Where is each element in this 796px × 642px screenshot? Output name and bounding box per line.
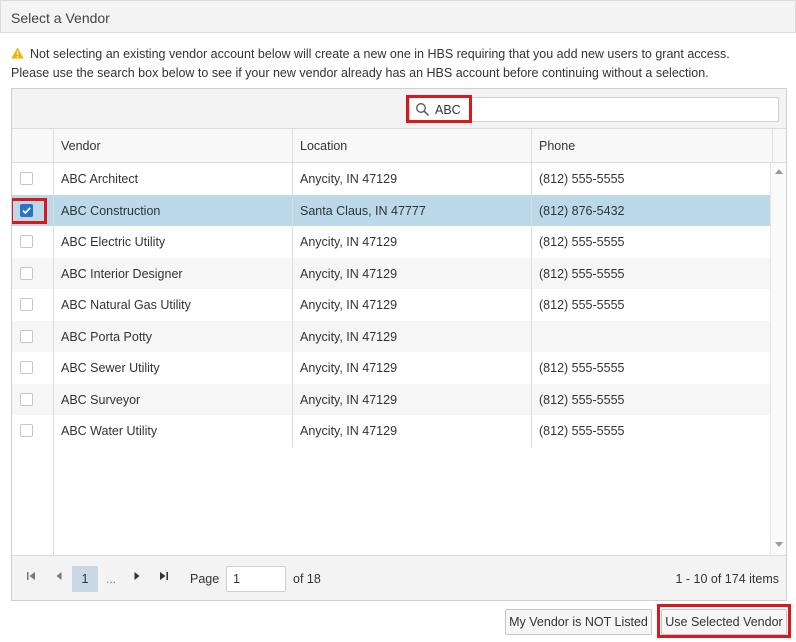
use-selected-vendor-button[interactable]: Use Selected Vendor	[661, 609, 787, 635]
dialog-title: Select a Vendor	[0, 0, 796, 33]
grid-rows: ABC Architect Anycity, IN 47129 (812) 55…	[12, 163, 770, 555]
table-row[interactable]: ABC Porta Potty Anycity, IN 47129	[12, 320, 770, 353]
phone-cell: (812) 555-5555	[531, 289, 770, 321]
vendor-cell: ABC Sewer Utility	[53, 352, 292, 384]
row-checkbox[interactable]	[20, 361, 33, 374]
location-cell: Anycity, IN 47129	[292, 383, 531, 415]
table-row[interactable]: ABC Electric Utility Anycity, IN 47129 (…	[12, 226, 770, 258]
row-checkbox[interactable]	[20, 424, 33, 437]
page-ellipsis[interactable]: ...	[106, 572, 116, 586]
phone-cell: (812) 555-5555	[531, 257, 770, 289]
row-select-cell[interactable]	[12, 415, 53, 447]
search-box[interactable]	[409, 97, 779, 122]
header-location[interactable]: Location	[292, 129, 531, 162]
phone-cell: (812) 555-5555	[531, 163, 770, 195]
table-row[interactable]: ABC Water Utility Anycity, IN 47129 (812…	[12, 415, 770, 447]
row-checkbox[interactable]	[20, 235, 33, 248]
page-count: of 18	[293, 572, 321, 586]
vendor-grid: Vendor Location Phone ABC Architect Anyc…	[11, 88, 787, 601]
next-page-icon[interactable]	[125, 568, 149, 590]
row-select-cell[interactable]	[12, 289, 53, 321]
page-number-current[interactable]: 1	[72, 566, 98, 592]
location-cell: Anycity, IN 47129	[292, 257, 531, 289]
search-icon	[415, 102, 430, 120]
location-cell: Santa Claus, IN 47777	[292, 194, 531, 226]
phone-cell: (812) 555-5555	[531, 383, 770, 415]
scroll-down-icon[interactable]	[775, 542, 783, 547]
row-checkbox[interactable]	[20, 392, 33, 406]
grid-header: Vendor Location Phone	[12, 129, 786, 163]
table-row[interactable]: ABC Interior Designer Anycity, IN 47129 …	[12, 257, 770, 290]
header-select	[12, 129, 53, 162]
location-cell: Anycity, IN 47129	[292, 320, 531, 352]
vendor-cell: ABC Construction	[53, 194, 292, 226]
vendor-cell: ABC Porta Potty	[53, 320, 292, 352]
search-input[interactable]	[435, 100, 765, 119]
notice-line-1: Not selecting an existing vendor account…	[11, 45, 791, 64]
vendor-cell: ABC Interior Designer	[53, 257, 292, 289]
row-checkbox-checked[interactable]	[20, 203, 33, 217]
table-row-selected[interactable]: ABC Construction Santa Claus, IN 47777 (…	[12, 194, 770, 227]
row-select-cell[interactable]	[12, 258, 53, 290]
warning-icon	[11, 46, 24, 64]
location-cell: Anycity, IN 47129	[292, 289, 531, 321]
table-row[interactable]: ABC Architect Anycity, IN 47129 (812) 55…	[12, 163, 770, 195]
row-checkbox[interactable]	[20, 298, 33, 311]
row-checkbox[interactable]	[20, 172, 33, 185]
location-cell: Anycity, IN 47129	[292, 226, 531, 258]
vertical-scrollbar[interactable]	[770, 163, 786, 555]
prev-page-icon[interactable]	[47, 568, 71, 590]
vendor-not-listed-button[interactable]: My Vendor is NOT Listed	[505, 609, 652, 635]
header-vendor[interactable]: Vendor	[53, 129, 292, 162]
page-input[interactable]	[226, 566, 286, 592]
location-cell: Anycity, IN 47129	[292, 352, 531, 384]
notice-text-2: Please use the search box below to see i…	[11, 66, 709, 80]
pager: 1 ... Page of 18 1 - 10 of 174 items	[12, 555, 786, 600]
notice: Not selecting an existing vendor account…	[11, 45, 791, 82]
row-select-cell[interactable]	[12, 163, 53, 195]
table-row[interactable]: ABC Natural Gas Utility Anycity, IN 4712…	[12, 289, 770, 321]
row-select-cell[interactable]	[12, 226, 53, 258]
empty-area	[53, 446, 770, 555]
phone-cell: (812) 555-5555	[531, 352, 770, 384]
row-select-cell[interactable]	[12, 352, 53, 384]
phone-cell: (812) 555-5555	[531, 415, 770, 447]
row-checkbox[interactable]	[20, 329, 33, 343]
vendor-cell: ABC Surveyor	[53, 383, 292, 415]
row-select-cell[interactable]	[12, 195, 53, 227]
table-row[interactable]: ABC Surveyor Anycity, IN 47129 (812) 555…	[12, 383, 770, 416]
page-label: Page	[190, 572, 220, 586]
first-page-icon[interactable]	[19, 568, 43, 590]
vendor-cell: ABC Architect	[53, 163, 292, 195]
scroll-up-icon[interactable]	[775, 169, 783, 174]
table-row[interactable]: ABC Sewer Utility Anycity, IN 47129 (812…	[12, 352, 770, 384]
row-checkbox[interactable]	[20, 266, 33, 280]
notice-text-1: Not selecting an existing vendor account…	[30, 47, 730, 61]
header-scroll-spacer	[772, 129, 786, 162]
vendor-cell: ABC Water Utility	[53, 415, 292, 447]
phone-cell	[531, 320, 770, 352]
items-summary: 1 - 10 of 174 items	[675, 572, 779, 586]
phone-cell: (812) 555-5555	[531, 226, 770, 258]
row-select-cell[interactable]	[12, 321, 53, 353]
location-cell: Anycity, IN 47129	[292, 163, 531, 195]
last-page-icon[interactable]	[152, 568, 176, 590]
vendor-cell: ABC Natural Gas Utility	[53, 289, 292, 321]
phone-cell: (812) 876-5432	[531, 194, 770, 226]
checkmark-icon	[22, 206, 31, 214]
location-cell: Anycity, IN 47129	[292, 415, 531, 447]
row-select-cell[interactable]	[12, 384, 53, 416]
header-phone[interactable]: Phone	[531, 129, 772, 162]
vendor-cell: ABC Electric Utility	[53, 226, 292, 258]
grid-toolbar	[12, 89, 786, 129]
